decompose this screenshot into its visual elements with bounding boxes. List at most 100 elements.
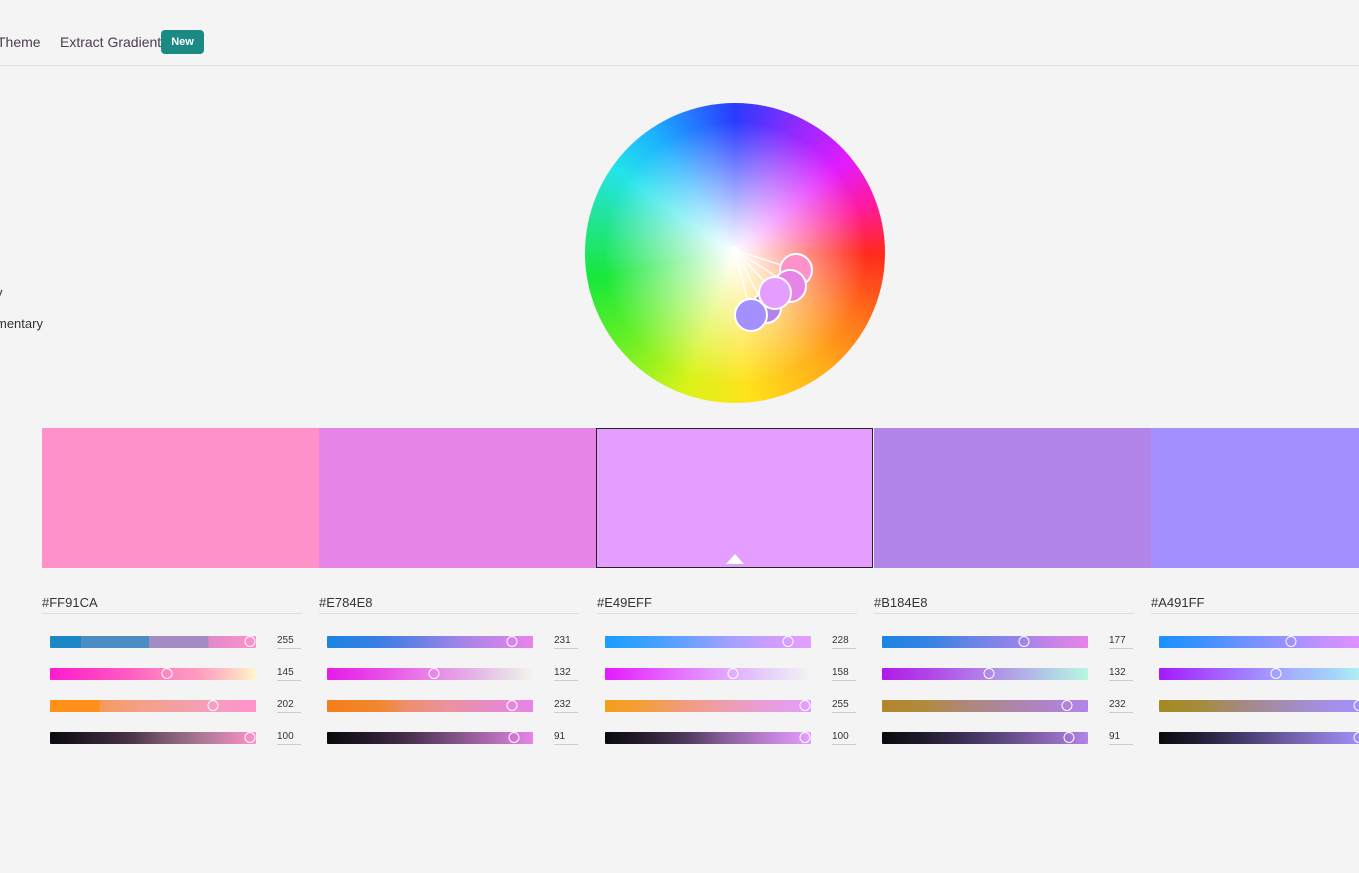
channel-slider-r[interactable]: 228 — [605, 635, 856, 649]
color-swatch-2[interactable] — [319, 428, 596, 568]
slider-knob[interactable] — [244, 731, 256, 743]
channel-value-input[interactable]: 145 — [277, 667, 301, 681]
channel-value-input[interactable]: 100 — [277, 731, 301, 745]
hex-input[interactable]: #A491FF — [1151, 592, 1359, 614]
color-swatch-4[interactable] — [874, 428, 1151, 568]
channel-slider-r[interactable]: 231 — [327, 635, 578, 649]
slider-knob[interactable] — [1270, 667, 1282, 679]
slider-track[interactable] — [605, 636, 811, 648]
slider-track[interactable] — [1159, 732, 1359, 744]
channel-slider-r[interactable] — [1159, 635, 1359, 648]
channel-value-input[interactable]: 255 — [277, 635, 301, 649]
color-column-2: #E784E8 231 132 232 91 — [319, 592, 579, 745]
channel-value-input[interactable]: 132 — [554, 667, 578, 681]
slider-track[interactable] — [327, 636, 533, 648]
channel-slider-b[interactable] — [1159, 699, 1359, 712]
channel-value-input[interactable]: 158 — [832, 667, 856, 681]
slider-knob[interactable] — [983, 667, 995, 679]
channel-slider-b[interactable]: 202 — [50, 699, 301, 713]
color-wheel[interactable] — [585, 103, 885, 403]
channel-value-input[interactable]: 255 — [832, 699, 856, 713]
color-rule-option-1[interactable]: y — [0, 285, 3, 300]
slider-track[interactable] — [882, 636, 1088, 648]
slider-track[interactable] — [50, 700, 256, 712]
channel-slider-g[interactable]: 145 — [50, 667, 301, 681]
slider-knob[interactable] — [508, 731, 520, 743]
channel-value-input[interactable]: 132 — [1109, 667, 1133, 681]
slider-knob[interactable] — [1063, 731, 1075, 743]
slider-knob[interactable] — [506, 699, 518, 711]
slider-knob[interactable] — [207, 699, 219, 711]
nav-link-theme[interactable]: Theme — [0, 34, 41, 50]
channel-slider-g[interactable]: 132 — [327, 667, 578, 681]
slider-knob[interactable] — [1353, 699, 1359, 711]
channel-value-input[interactable]: 91 — [554, 731, 578, 745]
slider-knob[interactable] — [1285, 635, 1297, 647]
slider-track[interactable] — [605, 732, 811, 744]
slider-track[interactable] — [50, 668, 256, 680]
slider-knob[interactable] — [1061, 699, 1073, 711]
color-swatch-5[interactable] — [1151, 428, 1359, 568]
slider-track[interactable] — [882, 700, 1088, 712]
nav-link-extract-gradient[interactable]: Extract Gradient — [60, 34, 161, 50]
new-badge: New — [161, 30, 204, 54]
color-handle-5[interactable] — [734, 298, 768, 332]
channel-slider-g[interactable]: 158 — [605, 667, 856, 681]
top-navigation: Theme Extract Gradient New — [0, 0, 1359, 66]
hex-input[interactable]: #E49EFF — [597, 592, 857, 614]
color-rule-option-complementary[interactable]: mentary — [0, 316, 43, 331]
channel-slider-l[interactable]: 91 — [882, 731, 1133, 745]
hex-input[interactable]: #FF91CA — [42, 592, 302, 614]
channel-slider-r[interactable]: 255 — [50, 635, 301, 649]
slider-track[interactable] — [1159, 636, 1359, 648]
channel-slider-b[interactable]: 232 — [882, 699, 1133, 713]
color-column-4: #B184E8 177 132 232 91 — [874, 592, 1134, 745]
slider-track[interactable] — [1159, 700, 1359, 712]
slider-track[interactable] — [605, 668, 811, 680]
channel-slider-l[interactable]: 100 — [50, 731, 301, 745]
wheel-center-point — [731, 246, 739, 254]
color-column-1: #FF91CA 255 145 202 100 — [42, 592, 302, 745]
slider-track[interactable] — [50, 732, 256, 744]
channel-slider-b[interactable]: 232 — [327, 699, 578, 713]
color-column-5: #A491FF — [1151, 592, 1359, 744]
channel-value-input[interactable]: 91 — [1109, 731, 1133, 745]
slider-track[interactable] — [605, 700, 811, 712]
slider-track[interactable] — [50, 636, 256, 648]
hex-input[interactable]: #E784E8 — [319, 592, 579, 614]
slider-knob[interactable] — [161, 667, 173, 679]
channel-slider-b[interactable]: 255 — [605, 699, 856, 713]
slider-knob[interactable] — [1353, 731, 1359, 743]
channel-slider-g[interactable]: 132 — [882, 667, 1133, 681]
slider-track[interactable] — [882, 732, 1088, 744]
slider-track[interactable] — [327, 700, 533, 712]
slider-knob[interactable] — [799, 699, 811, 711]
channel-value-input[interactable]: 202 — [277, 699, 301, 713]
color-swatch-1[interactable] — [42, 428, 319, 568]
channel-value-input[interactable]: 232 — [554, 699, 578, 713]
slider-knob[interactable] — [506, 635, 518, 647]
channel-value-input[interactable]: 232 — [1109, 699, 1133, 713]
channel-slider-l[interactable]: 91 — [327, 731, 578, 745]
channel-value-input[interactable]: 228 — [832, 635, 856, 649]
channel-value-input[interactable]: 100 — [832, 731, 856, 745]
slider-track[interactable] — [1159, 668, 1359, 680]
channel-slider-r[interactable]: 177 — [882, 635, 1133, 649]
channel-slider-l[interactable]: 100 — [605, 731, 856, 745]
hex-input[interactable]: #B184E8 — [874, 592, 1134, 614]
color-wheel-handles — [731, 246, 813, 332]
palette-swatches — [42, 428, 1359, 568]
selected-swatch-caret — [725, 554, 744, 564]
color-swatch-3[interactable] — [596, 428, 873, 568]
slider-knob[interactable] — [428, 667, 440, 679]
slider-knob[interactable] — [1018, 635, 1030, 647]
slider-knob[interactable] — [782, 635, 794, 647]
channel-slider-g[interactable] — [1159, 667, 1359, 680]
slider-knob[interactable] — [244, 635, 256, 647]
slider-knob[interactable] — [799, 731, 811, 743]
slider-knob[interactable] — [727, 667, 739, 679]
channel-slider-l[interactable] — [1159, 731, 1359, 744]
channel-value-input[interactable]: 177 — [1109, 635, 1133, 649]
slider-track[interactable] — [327, 732, 533, 744]
channel-value-input[interactable]: 231 — [554, 635, 578, 649]
